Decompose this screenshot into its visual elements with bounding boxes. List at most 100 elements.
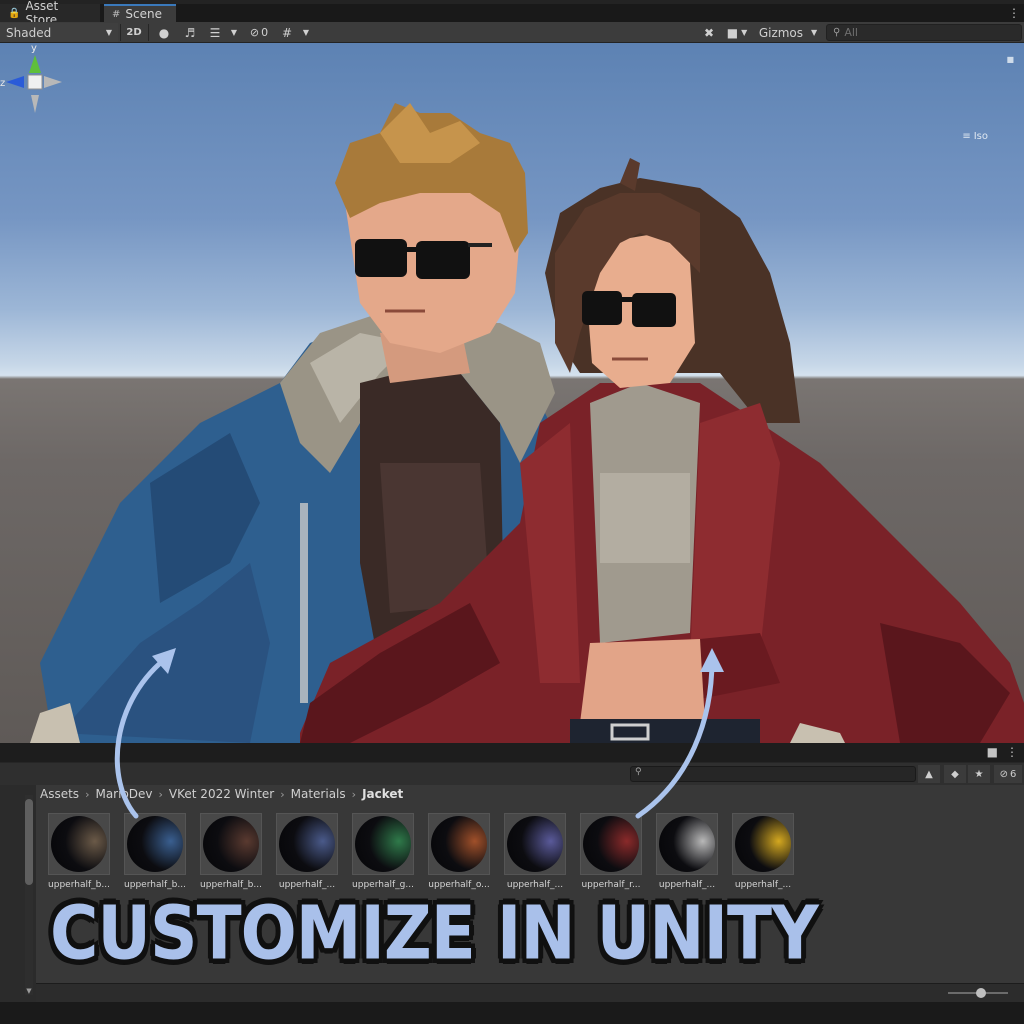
asset-grid: upperhalf_b... upperhalf_b... upperhalf_b.… — [48, 813, 794, 890]
material-asset[interactable]: upperhalf_b... — [200, 813, 262, 890]
grid-toggle-button[interactable]: # — [276, 23, 298, 42]
gizmos-dropdown[interactable]: Gizmos ▼ — [755, 23, 821, 42]
camera-settings-button[interactable]: ■ ▼ — [722, 23, 752, 42]
tab-scene-label: Scene — [125, 7, 162, 21]
chevron-down-icon: ▼ — [741, 28, 748, 37]
material-sphere-icon — [431, 816, 487, 872]
eye-slash-icon: ⊘ — [999, 768, 1008, 780]
material-sphere-icon — [51, 816, 107, 872]
scrollbar-thumb[interactable] — [25, 799, 33, 885]
material-thumbnail — [504, 813, 566, 875]
draw-mode-dropdown[interactable]: Shaded ▼ — [0, 23, 118, 42]
effects-icon: ☰ — [209, 25, 221, 40]
material-thumbnail — [352, 813, 414, 875]
breadcrumb-current[interactable]: Jacket — [362, 787, 403, 801]
material-label: upperhalf_... — [278, 880, 336, 890]
grid-dropdown[interactable]: ▼ — [299, 23, 313, 42]
scene-visibility-button[interactable]: ⊘ 0 — [244, 23, 274, 42]
grid-icon: # — [281, 25, 293, 40]
speaker-icon: ♬ — [184, 25, 196, 40]
scene-search-input[interactable]: ⚲ All — [826, 24, 1022, 41]
promo-title: CUSTOMIZE IN UNITY — [50, 890, 819, 977]
filter-by-label-button[interactable]: ◆ — [944, 765, 966, 783]
material-sphere-icon — [127, 816, 183, 872]
material-sphere-icon — [735, 816, 791, 872]
material-asset[interactable]: upperhalf_... — [276, 813, 338, 890]
lock-icon[interactable]: ■ — [1006, 55, 1014, 64]
material-asset[interactable]: upperhalf_... — [732, 813, 794, 890]
material-asset[interactable]: upperhalf_o... — [428, 813, 490, 890]
effects-dropdown[interactable]: ▼ — [227, 23, 241, 42]
material-sphere-icon — [507, 816, 563, 872]
eye-slash-icon: ⊘ — [249, 26, 260, 39]
breadcrumb-item[interactable]: MarioDev — [95, 787, 152, 801]
grid-icon: # — [112, 8, 121, 20]
material-label: upperhalf_b... — [48, 880, 110, 890]
favorites-button[interactable]: ★ — [968, 765, 990, 783]
project-toolbar: ⚲ ▲ ◆ ★ ⊘ 6 — [0, 763, 1024, 785]
chevron-right-icon: › — [280, 787, 285, 801]
effects-toggle-button[interactable]: ☰ — [204, 23, 226, 42]
material-label: upperhalf_b... — [124, 880, 186, 890]
projection-toggle[interactable]: ≡ Iso — [962, 131, 988, 142]
material-thumbnail — [124, 813, 186, 875]
material-label: upperhalf_... — [658, 880, 716, 890]
scene-viewport[interactable]: y z ■ ≡ Iso — [0, 43, 1024, 743]
toggle-2d-button[interactable]: 2D — [122, 23, 146, 42]
lighting-toggle-button[interactable]: ● — [152, 23, 176, 42]
lightbulb-icon: ● — [158, 25, 170, 40]
project-search-input[interactable]: ⚲ — [630, 766, 916, 782]
star-icon: ★ — [974, 768, 984, 780]
material-thumbnail — [200, 813, 262, 875]
more-options-icon[interactable]: ⋮ — [1008, 6, 1020, 20]
tag-icon: ◆ — [951, 768, 959, 780]
tools-button[interactable]: ✖ — [698, 23, 720, 42]
scene-search-placeholder: All — [844, 26, 858, 39]
projection-label: Iso — [973, 131, 988, 142]
breadcrumb-item[interactable]: Assets — [40, 787, 79, 801]
material-sphere-icon — [203, 816, 259, 872]
material-asset[interactable]: upperhalf_... — [504, 813, 566, 890]
material-thumbnail — [276, 813, 338, 875]
gizmo-y-label: y — [31, 43, 37, 54]
hidden-packages-button[interactable]: ⊘ 6 — [994, 765, 1022, 783]
slider-knob[interactable] — [976, 988, 986, 998]
thumbnail-size-slider[interactable] — [948, 988, 1008, 998]
chevron-right-icon: › — [158, 787, 163, 801]
vertical-scrollbar[interactable]: ▼ — [25, 795, 33, 995]
tab-scene[interactable]: # Scene — [104, 4, 176, 22]
camera-icon: ■ — [726, 25, 739, 40]
breadcrumb-item[interactable]: Materials — [291, 787, 346, 801]
material-asset[interactable]: upperhalf_... — [656, 813, 718, 890]
breadcrumb: Assets › MarioDev › VKet 2022 Winter › M… — [40, 785, 403, 803]
breadcrumb-item[interactable]: VKet 2022 Winter — [169, 787, 274, 801]
hidden-count: 0 — [261, 26, 269, 39]
chevron-down-icon: ▼ — [230, 28, 238, 37]
scroll-down-arrow[interactable]: ▼ — [25, 987, 33, 995]
material-sphere-icon — [279, 816, 335, 872]
material-label: upperhalf_o... — [428, 880, 490, 890]
project-footer — [36, 983, 1024, 1002]
material-label: upperhalf_r... — [581, 880, 641, 890]
material-label: upperhalf_b... — [200, 880, 262, 890]
hidden-packages-count: 6 — [1010, 768, 1017, 780]
more-options-icon[interactable]: ⋮ — [1006, 745, 1018, 759]
material-thumbnail — [732, 813, 794, 875]
toolbar-divider — [120, 24, 121, 41]
material-asset[interactable]: upperhalf_g... — [352, 813, 414, 890]
view-orientation-gizmo[interactable]: y z — [0, 43, 70, 133]
menu-icon: ≡ — [962, 131, 971, 142]
filter-by-type-button[interactable]: ▲ — [918, 765, 940, 783]
material-asset[interactable]: upperhalf_r... — [580, 813, 642, 890]
tab-asset-store[interactable]: 🔒 Asset Store — [0, 0, 100, 27]
chevron-down-icon: ▼ — [105, 28, 112, 37]
draw-mode-label: Shaded — [6, 25, 52, 40]
material-sphere-icon — [355, 816, 411, 872]
lock-icon[interactable]: ■ — [987, 745, 998, 759]
chevron-right-icon: › — [85, 787, 90, 801]
material-thumbnail — [580, 813, 642, 875]
shapes-icon: ▲ — [925, 768, 933, 780]
audio-toggle-button[interactable]: ♬ — [178, 23, 202, 42]
material-asset[interactable]: upperhalf_b... — [124, 813, 186, 890]
material-asset[interactable]: upperhalf_b... — [48, 813, 110, 890]
